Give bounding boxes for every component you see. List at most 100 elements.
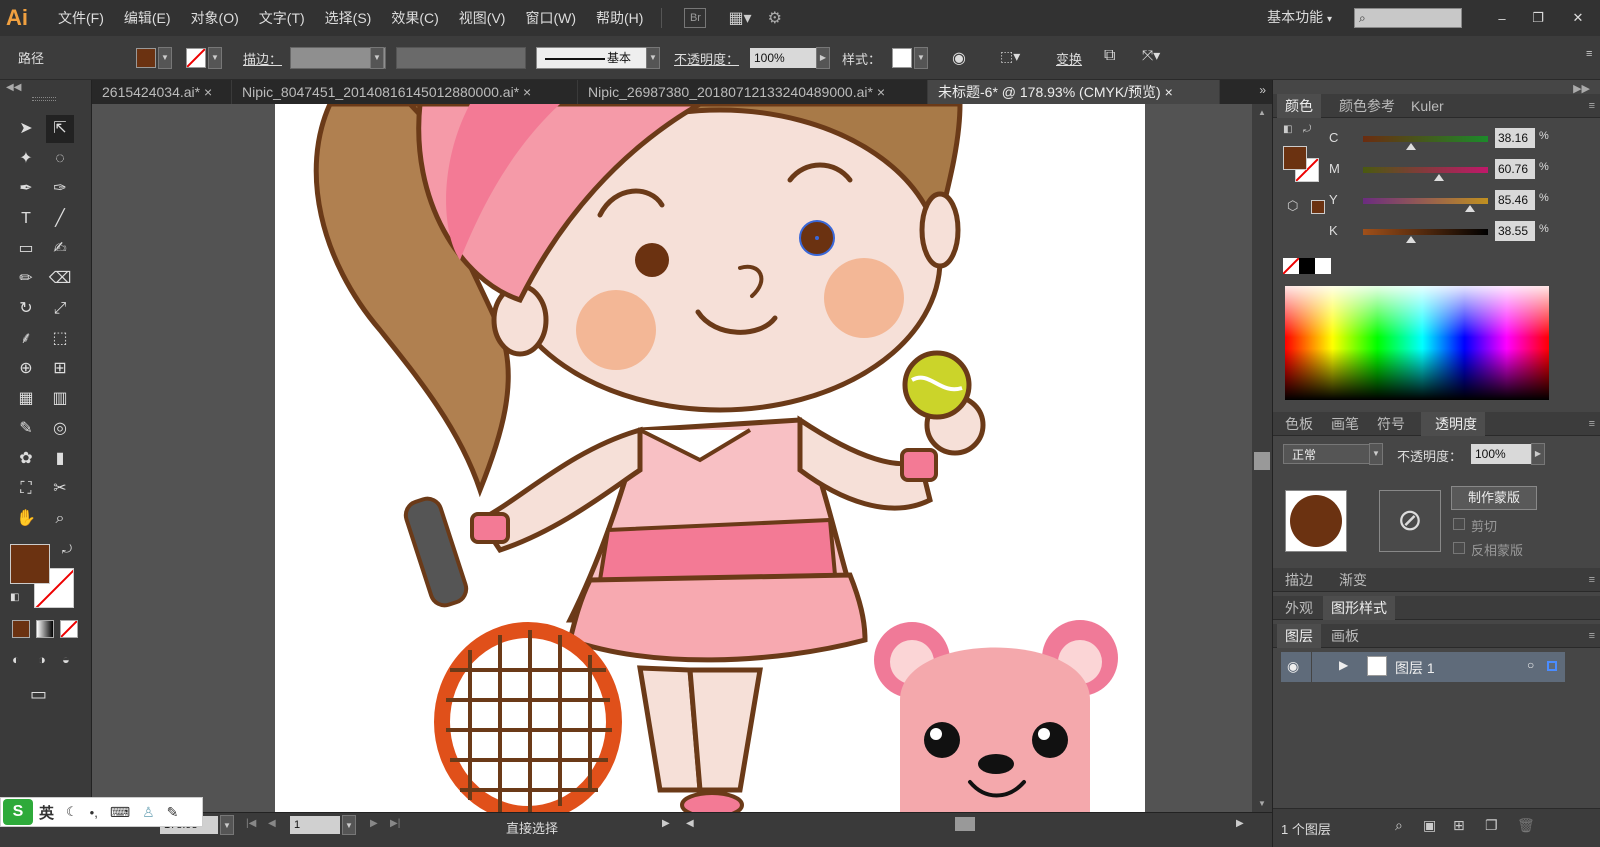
transform-options-icon[interactable]: ⤧▾ — [1142, 47, 1160, 64]
close-tab-icon[interactable]: × — [877, 84, 885, 100]
prev-artboard-icon[interactable]: ◀ — [268, 818, 276, 829]
channel-value-m[interactable]: 60.76 — [1495, 159, 1535, 179]
rotate-tool-icon[interactable]: ↻ — [12, 295, 40, 323]
default-colors-icon[interactable]: ◧ — [1283, 124, 1292, 135]
fill-swatch[interactable] — [136, 48, 156, 68]
zoom-tool-icon[interactable]: ⌕ — [46, 505, 74, 533]
workspace-switcher[interactable]: 基本功能 ▾ — [1257, 0, 1336, 38]
panel-fill-swatch[interactable] — [1283, 146, 1307, 170]
pencil-tool-icon[interactable]: ✏ — [12, 265, 40, 293]
variable-width-field[interactable] — [396, 47, 526, 69]
ime-language[interactable]: 英 — [39, 802, 54, 823]
channel-value-c[interactable]: 38.16 — [1495, 128, 1535, 148]
artboard-number-field[interactable]: 1 — [290, 816, 340, 834]
ime-moon-icon[interactable]: ☾ — [66, 804, 78, 820]
first-artboard-icon[interactable]: |◀ — [246, 818, 256, 829]
expand-layer-icon[interactable]: ▶ — [1339, 658, 1348, 672]
doc-tab[interactable]: Nipic_8047451_20140816145012880000.ai* × — [232, 80, 578, 104]
artboard-tool-icon[interactable]: ⛶ — [12, 475, 40, 503]
curvature-tool-icon[interactable]: ✑ — [46, 175, 74, 203]
graphic-style-dropdown[interactable]: ▼ — [914, 47, 928, 69]
arrange-documents-icon[interactable]: ▦▾ — [728, 8, 751, 28]
layer-name[interactable]: 图层 1 — [1395, 658, 1435, 678]
scale-tool-icon[interactable]: ⤢ — [46, 295, 74, 323]
align-to-icon[interactable]: ⬚▾ — [1000, 48, 1020, 65]
locate-object-icon[interactable]: ⌕ — [1395, 817, 1403, 834]
tab-appearance[interactable]: 外观 — [1277, 596, 1321, 620]
panel-menu-icon[interactable]: ≡ — [1589, 568, 1595, 592]
eraser-tool-icon[interactable]: ⌫ — [46, 265, 74, 293]
bridge-button[interactable]: Br — [684, 8, 707, 28]
invert-mask-checkbox[interactable] — [1453, 542, 1465, 554]
channel-value-y[interactable]: 85.46 — [1495, 190, 1535, 210]
artboard-dropdown[interactable]: ▼ — [342, 815, 356, 835]
selection-indicator[interactable] — [1547, 661, 1557, 671]
out-of-gamut-icon[interactable]: ⬡ — [1287, 198, 1298, 214]
tab-brushes[interactable]: 画笔 — [1323, 412, 1367, 436]
close-tab-icon[interactable]: × — [1165, 84, 1173, 100]
artboard[interactable] — [275, 104, 1145, 812]
ime-punctuation-icon[interactable]: •, — [90, 805, 98, 820]
swap-fill-stroke-icon[interactable]: ⤾ — [62, 542, 72, 557]
scroll-thumb[interactable] — [1254, 452, 1270, 470]
mask-thumbnail[interactable]: ⊘ — [1379, 490, 1441, 552]
channel-slider-m[interactable] — [1363, 167, 1488, 181]
tab-graphic-styles[interactable]: 图形样式 — [1323, 596, 1395, 620]
recolor-artwork-icon[interactable]: ◉ — [952, 48, 966, 68]
status-menu-icon[interactable]: ▶ — [662, 818, 670, 829]
doc-tab[interactable]: Nipic_26987380_20180712133240489000.ai* … — [578, 80, 928, 104]
hscroll-thumb[interactable] — [955, 817, 975, 831]
hscroll-right-icon[interactable]: ▶ — [1236, 818, 1244, 829]
selection-tool-icon[interactable]: ➤ — [12, 115, 40, 143]
tab-artboards[interactable]: 画板 — [1323, 624, 1367, 648]
make-mask-button[interactable]: 制作蒙版 — [1451, 486, 1537, 510]
line-tool-icon[interactable]: ╱ — [46, 205, 74, 233]
fill-dropdown[interactable]: ▼ — [158, 47, 172, 69]
hand-tool-icon[interactable]: ✋ — [12, 505, 40, 533]
black-color-chip[interactable] — [1299, 258, 1315, 274]
gpu-performance-icon[interactable]: ⚙ — [768, 8, 782, 28]
slider-thumb[interactable] — [1433, 174, 1444, 181]
gradient-mode-button[interactable] — [36, 620, 54, 638]
menu-edit[interactable]: 编辑(E) — [114, 0, 181, 36]
slice-tool-icon[interactable]: ✂ — [46, 475, 74, 503]
brush-dropdown[interactable]: ▼ — [646, 47, 660, 69]
slider-thumb[interactable] — [1405, 143, 1416, 150]
clip-checkbox[interactable] — [1453, 518, 1465, 530]
panel-menu-icon[interactable]: ≡ — [1589, 94, 1595, 118]
direct-selection-tool-icon[interactable]: ⇱ — [46, 115, 74, 143]
stroke-panel-link[interactable]: 描边： — [243, 49, 282, 68]
zoom-dropdown[interactable]: ▼ — [220, 815, 234, 835]
none-color-chip[interactable] — [1283, 258, 1299, 274]
brush-definition-field[interactable]: 基本 — [536, 47, 660, 69]
color-mode-button[interactable] — [12, 620, 30, 638]
color-spectrum[interactable] — [1285, 286, 1549, 400]
tab-stroke[interactable]: 描边 — [1277, 568, 1321, 592]
target-circle-icon[interactable]: ○ — [1527, 658, 1534, 672]
transparency-opacity-dropdown[interactable]: ▶ — [1531, 443, 1545, 465]
layer-row[interactable]: ◉ ▶ 图层 1 ○ — [1281, 652, 1565, 682]
panel-menu-icon[interactable]: ≡ — [1589, 412, 1595, 436]
stroke-weight-dropdown[interactable]: ▼ — [370, 47, 384, 69]
menu-type[interactable]: 文字(T) — [249, 0, 315, 36]
toolbox-collapse-icon[interactable]: ◀◀ — [6, 82, 21, 93]
minimize-button[interactable]: – — [1484, 11, 1520, 26]
lasso-tool-icon[interactable]: ◌ — [46, 145, 74, 173]
none-mode-button[interactable] — [60, 620, 78, 638]
rectangle-tool-icon[interactable]: ▭ — [12, 235, 40, 263]
search-field[interactable]: ⌕ — [1354, 8, 1462, 28]
column-graph-tool-icon[interactable]: ▮ — [46, 445, 74, 473]
transparency-opacity-field[interactable]: 100% — [1471, 444, 1531, 464]
menu-view[interactable]: 视图(V) — [449, 0, 516, 36]
shape-builder-tool-icon[interactable]: ⊕ — [12, 355, 40, 383]
tab-color[interactable]: 颜色 — [1277, 94, 1321, 118]
magic-wand-tool-icon[interactable]: ✦ — [12, 145, 40, 173]
stroke-dropdown[interactable]: ▼ — [208, 47, 222, 69]
draw-normal-icon[interactable]: ◐ — [12, 652, 20, 667]
isolate-icon[interactable]: ⧉ — [1104, 47, 1115, 65]
closest-color-swatch[interactable] — [1311, 200, 1325, 214]
white-color-chip[interactable] — [1315, 258, 1331, 274]
channel-slider-c[interactable] — [1363, 136, 1488, 150]
tab-swatches[interactable]: 色板 — [1277, 412, 1321, 436]
default-fill-stroke-icon[interactable]: ◧ — [10, 592, 19, 603]
